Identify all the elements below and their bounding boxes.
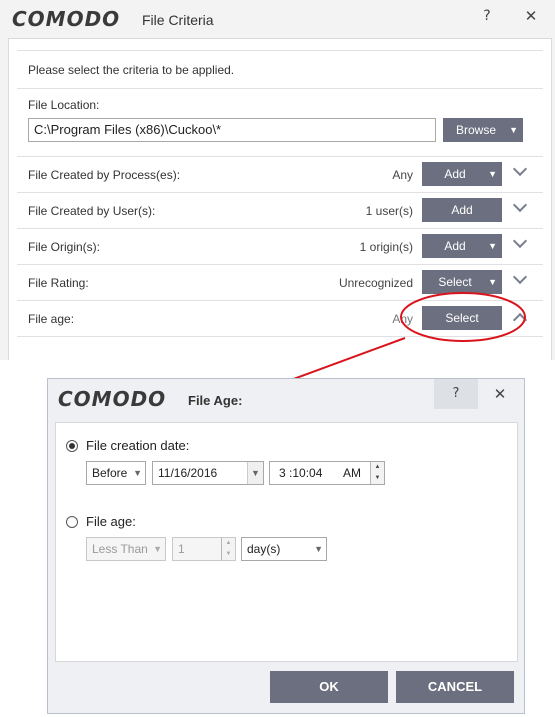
age-amount-value: 1 (178, 542, 185, 556)
close-button[interactable]: ✕ (488, 383, 512, 405)
file-age-label: File age: (86, 514, 136, 529)
age-unit-select[interactable]: day(s) ▼ (241, 537, 327, 561)
ok-button[interactable]: OK (270, 671, 388, 703)
age-spinner[interactable]: ▲ ▼ (221, 538, 235, 560)
creation-date-label: File creation date: (86, 438, 190, 453)
before-select-value: Before (92, 466, 128, 480)
spin-up-icon[interactable]: ▲ (371, 462, 384, 473)
creation-time-value: 3 :10:04 (279, 466, 323, 480)
spin-down-icon[interactable]: ▼ (222, 549, 235, 560)
help-button[interactable]: ? (434, 379, 478, 409)
file-age-radio[interactable] (66, 516, 78, 528)
cancel-button[interactable]: CANCEL (396, 671, 514, 703)
spin-down-icon[interactable]: ▼ (371, 473, 384, 484)
dialog-title: File Age: (188, 393, 243, 408)
caret-down-icon: ▼ (153, 544, 162, 554)
before-select[interactable]: Before ▼ (86, 461, 146, 485)
time-spinner[interactable]: ▲ ▼ (370, 462, 384, 484)
less-than-value: Less Than (92, 542, 148, 556)
ampm-value: AM (343, 466, 361, 480)
caret-down-icon: ▼ (314, 544, 323, 554)
less-than-select[interactable]: Less Than ▼ (86, 537, 166, 561)
creation-date-value: 11/16/2016 (158, 466, 218, 480)
caret-down-icon[interactable]: ▼ (247, 462, 263, 484)
comodo-logo: COMODO (58, 387, 167, 411)
highlight-ellipse (400, 292, 526, 342)
creation-time-input[interactable]: 3 :10:04 AM ▲ ▼ (269, 461, 385, 485)
caret-down-icon: ▼ (133, 468, 142, 478)
file-age-panel: File creation date: Before ▼ 11/16/2016 … (55, 422, 518, 662)
creation-date-picker[interactable]: 11/16/2016 ▼ (152, 461, 264, 485)
age-unit-value: day(s) (247, 542, 281, 556)
spin-up-icon[interactable]: ▲ (222, 538, 235, 549)
age-amount-stepper[interactable]: 1 ▲ ▼ (172, 537, 236, 561)
creation-date-radio[interactable] (66, 440, 78, 452)
file-age-dialog: COMODO File Age: ? ✕ File creation date:… (47, 378, 525, 714)
